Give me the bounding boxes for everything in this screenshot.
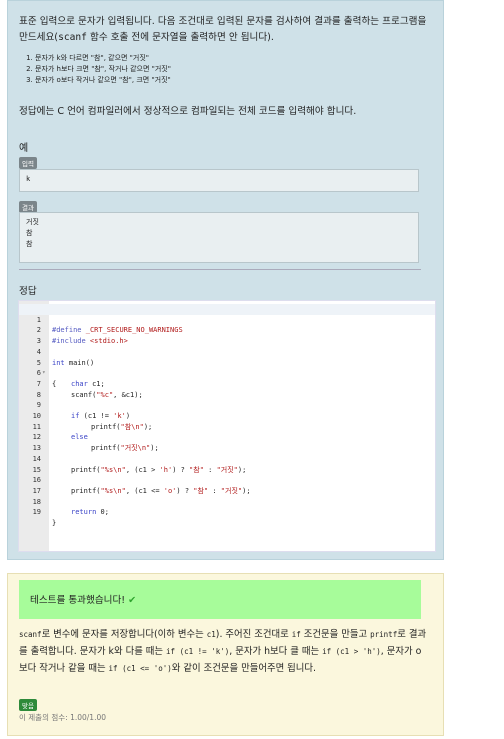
code-line[interactable]: 2 #include <stdio.h> — [19, 315, 435, 345]
condition-item: 문자가 h보다 크면 "참", 작거나 같으면 "거짓" — [35, 64, 429, 75]
test-passed-banner: 테스트를 통과했습니다! ✔ — [19, 580, 421, 619]
question-text: 표준 입력으로 문자가 입력됩니다. 다음 조건대로 입력된 문자를 검사하여 … — [19, 14, 429, 86]
code-line[interactable]: 10 printf("참\n"); — [19, 400, 435, 431]
code-line[interactable]: 15 — [19, 454, 435, 474]
inline-code: scanf — [58, 31, 87, 43]
example-output-line: 참 — [26, 229, 33, 237]
input-badge: 입력 — [19, 157, 37, 169]
example-title: 예 — [19, 143, 29, 154]
code-line[interactable]: 1 #define _CRT_SECURE_NO_WARNINGS — [19, 304, 435, 334]
code-line[interactable]: 3 — [19, 325, 435, 345]
code-line[interactable]: 4 int main() — [19, 336, 435, 367]
code-line[interactable]: 12 printf("거짓\n"); — [19, 422, 435, 452]
line-number: 19 — [32, 508, 41, 517]
correct-badge: 맞음 — [19, 699, 37, 711]
checkmark-icon: ✔ — [128, 595, 137, 606]
example-input-box: k — [19, 169, 419, 192]
code-line[interactable]: 16 printf("%s\n", (c1 <= 'o') ? "참" : "거… — [19, 465, 435, 495]
requirement-text: 정답에는 C 언어 컴파일러에서 정상적으로 컴파일되는 전체 코드를 입력해야… — [19, 106, 357, 117]
explanation-text: scanf로 변수에 문자를 저장합니다(이하 변수는 c1). 주어진 조건대… — [19, 629, 427, 674]
answer-title: 정답 — [19, 286, 37, 297]
code-line[interactable]: 13 — [19, 432, 435, 452]
code-line[interactable]: 11 else — [19, 411, 435, 442]
code-line[interactable]: 5 ▾ { — [19, 347, 435, 388]
code-line[interactable]: 7 scanf("%c", &c1); — [19, 368, 435, 399]
code-line[interactable]: 9 if (c1 != 'k') — [19, 390, 435, 420]
example-output-box: 거짓 참 참 — [19, 212, 419, 263]
condition-item: 문자가 k와 다르면 "참", 같으면 "거짓" — [35, 53, 429, 64]
code-line[interactable]: 19 } — [19, 497, 435, 527]
code-line[interactable]: 14 printf("%s\n", (c1 > 'h') ? "참" : "거짓… — [19, 443, 435, 474]
example-input-value: k — [26, 175, 31, 183]
score-text: 이 제출의 점수: 1.00/1.00 — [19, 713, 107, 722]
code-editor[interactable]: 1 #define _CRT_SECURE_NO_WARNINGS 2 #inc… — [18, 300, 436, 552]
question-intro: 표준 입력으로 문자가 입력됩니다. 다음 조건대로 입력된 문자를 검사하여 … — [19, 16, 427, 43]
code-line[interactable]: 6 char c1; — [19, 358, 435, 388]
divider — [19, 269, 421, 270]
example-output-line: 참 — [26, 240, 33, 248]
pass-message: 테스트를 통과했습니다! — [30, 595, 126, 606]
code-line[interactable]: 17 — [19, 475, 435, 495]
code-line[interactable]: 18 return 0; — [19, 486, 435, 517]
condition-list: 문자가 k와 다르면 "참", 같으면 "거짓" 문자가 h보다 크면 "참",… — [19, 53, 429, 86]
condition-item: 문자가 o보다 작거나 같으면 "참", 크면 "거짓" — [35, 75, 429, 86]
code-line[interactable]: 8 — [19, 379, 435, 399]
example-output-line: 거짓 — [26, 218, 39, 226]
